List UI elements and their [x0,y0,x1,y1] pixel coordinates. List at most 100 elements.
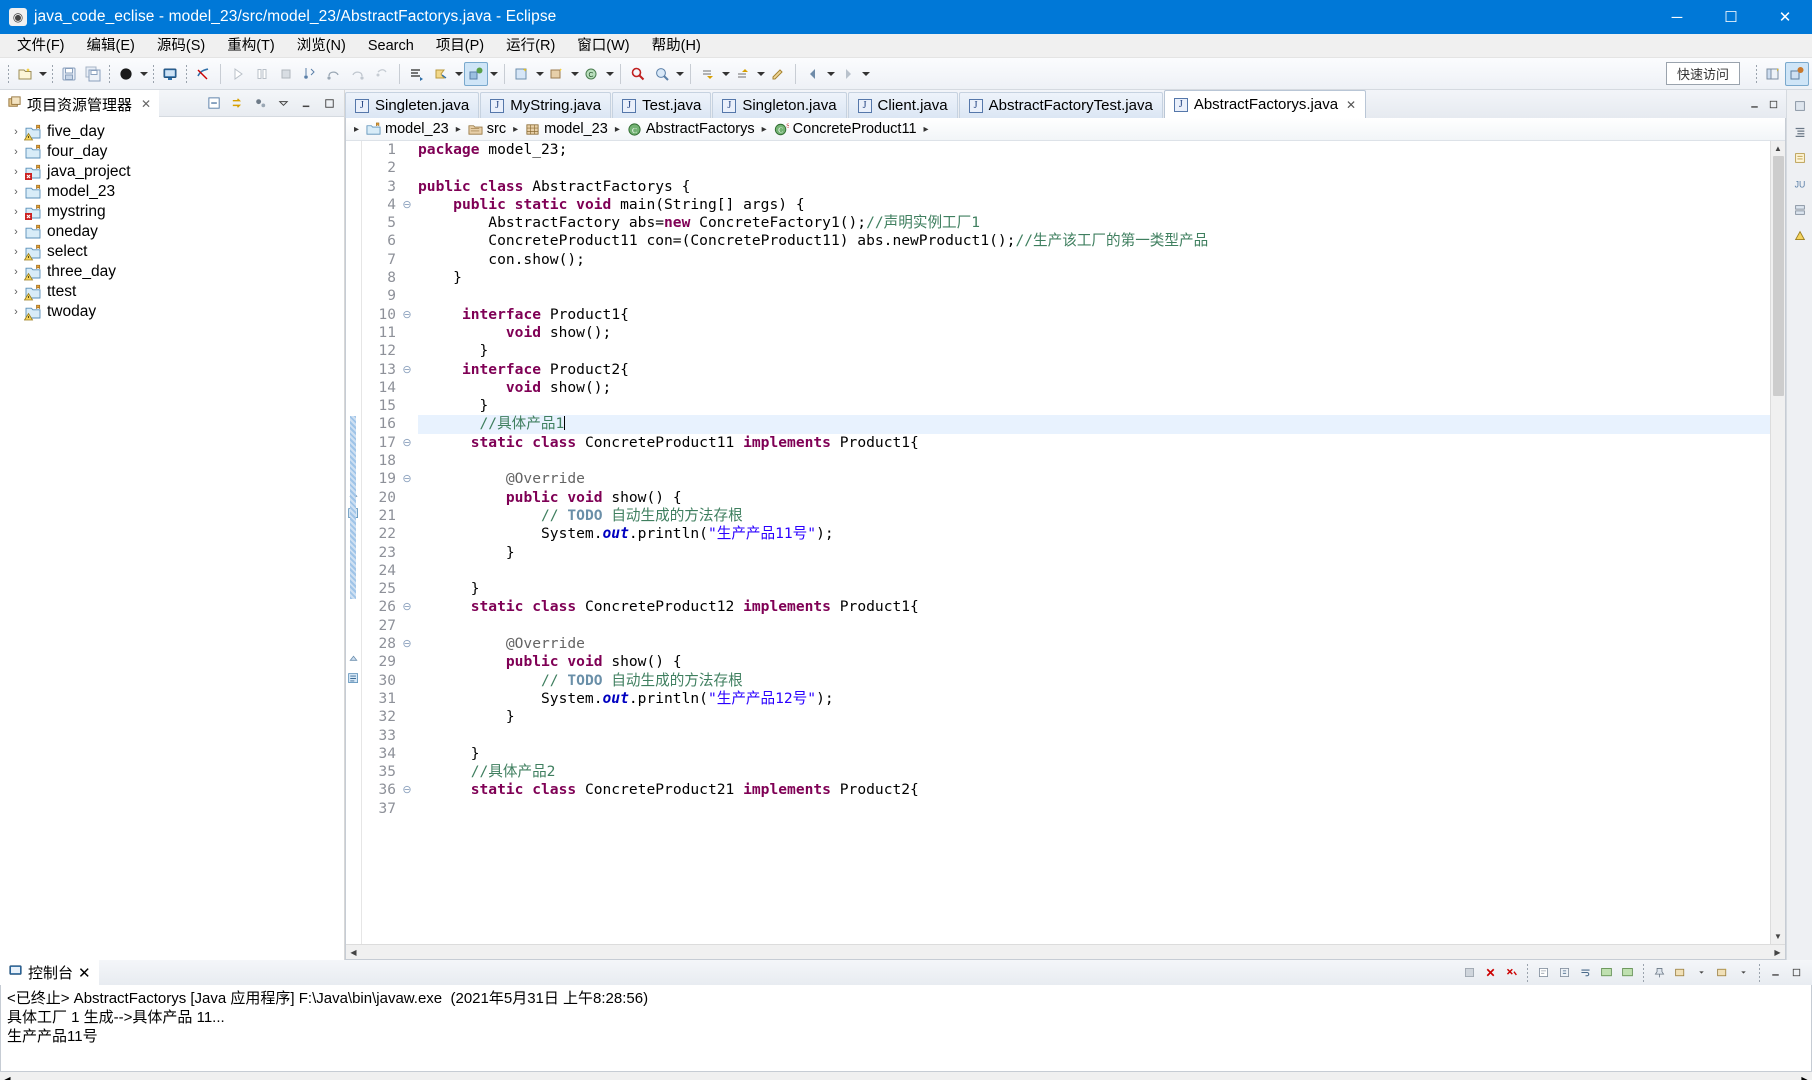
perspective-drag-handle[interactable] [1755,64,1758,84]
code-line[interactable]: //具体产品2 [418,763,1770,781]
code-line[interactable]: } [418,397,1770,415]
source-code[interactable]: package model_23; public class AbstractFa… [414,141,1770,944]
maximize-icon[interactable] [1767,98,1780,115]
new-wizard-icon[interactable] [13,62,37,86]
vscroll-track[interactable] [1771,156,1786,929]
minimize-icon[interactable] [1748,98,1761,115]
code-line[interactable]: interface Product1{ [418,306,1770,324]
new-package-icon[interactable] [545,62,569,86]
fold-collapse-icon[interactable]: ⊖ [400,361,414,379]
show-console-on-error-icon[interactable] [1618,963,1637,982]
code-line[interactable] [418,617,1770,635]
editor-tab-Singleton.java[interactable]: J Singleton.java [712,92,847,118]
code-line[interactable]: AbstractFactory abs=new ConcreteFactory1… [418,214,1770,232]
code-line[interactable]: static class ConcreteProduct12 implement… [418,598,1770,616]
servers-view-icon[interactable] [1790,200,1810,220]
code-line[interactable]: } [418,544,1770,562]
code-line[interactable]: void show(); [418,379,1770,397]
console-dropdown-2-icon[interactable] [1734,963,1753,982]
save-all-icon[interactable] [81,62,105,86]
debug-last-icon[interactable] [464,61,488,86]
forward-icon[interactable] [836,62,860,86]
tree-item-twoday[interactable]: › twoday [0,302,344,322]
menu-project[interactable]: 项目(P) [425,34,495,58]
menu-refactor[interactable]: 重构(T) [216,34,286,58]
tree-item-oneday[interactable]: › oneday [0,222,344,242]
pin-console-icon[interactable] [1650,963,1669,982]
folding-ruler[interactable]: ⊖ ⊖ ⊖ ⊖ ⊖ ⊖ ⊖ ⊖ [400,141,414,944]
search-icon[interactable] [626,62,650,86]
tab-console[interactable]: 控制台 ✕ [0,960,99,985]
new-wizard-dropdown-icon[interactable] [37,62,48,86]
debug-dropdown-icon[interactable] [138,62,149,86]
code-line[interactable]: } [418,708,1770,726]
previous-annotation-icon[interactable] [731,62,755,86]
project-tree[interactable]: › five_day › four_day › java_project › model_23… [0,117,344,960]
debug-icon[interactable] [114,62,138,86]
editor-tab-AbstractFactoryTest.java[interactable]: J AbstractFactoryTest.java [958,92,1163,118]
code-line[interactable]: void show(); [418,324,1770,342]
expand-arrow-icon[interactable]: › [8,206,24,218]
clear-console-icon[interactable] [1534,963,1553,982]
collapse-all-icon[interactable] [204,93,224,113]
new-java-project-icon[interactable] [510,62,534,86]
expand-arrow-icon[interactable]: › [8,286,24,298]
restore-icon[interactable] [1790,96,1810,116]
expand-arrow-icon[interactable]: › [8,266,24,278]
tree-item-four_day[interactable]: › four_day [0,142,344,162]
show-console-on-output-icon[interactable] [1597,963,1616,982]
back-icon[interactable] [801,62,825,86]
save-icon[interactable] [57,62,81,86]
scroll-left-icon[interactable]: ◀ [346,945,361,960]
expand-arrow-icon[interactable]: › [8,126,24,138]
close-button[interactable]: ✕ [1758,0,1812,34]
suspend-icon[interactable] [250,62,274,86]
java-perspective-icon[interactable] [1785,62,1809,86]
code-line[interactable]: static class ConcreteProduct21 implement… [418,781,1770,799]
code-line[interactable] [418,800,1770,818]
console-toggle-icon[interactable] [158,62,182,86]
scroll-right-icon[interactable]: ▶ [1770,945,1785,960]
terminate-icon[interactable] [274,62,298,86]
expand-arrow-icon[interactable]: › [8,306,24,318]
expand-arrow-icon[interactable]: › [8,146,24,158]
focus-on-task-icon[interactable] [250,93,270,113]
new-class-icon[interactable]: C [580,62,604,86]
code-line[interactable]: public void show() { [418,489,1770,507]
toolbar-drag-handle[interactable] [7,63,10,84]
code-line[interactable]: } [418,342,1770,360]
tree-item-mystring[interactable]: › mystring [0,202,344,222]
skip-breakpoints-icon[interactable] [191,62,215,86]
code-line[interactable]: } [418,269,1770,287]
menu-file[interactable]: 文件(F) [6,34,76,58]
run-icon[interactable] [226,62,250,86]
editor-tab-Singleten.java[interactable]: J Singleten.java [345,92,480,118]
step-return-icon[interactable] [346,62,370,86]
code-line[interactable]: //具体产品1 [418,415,1770,434]
display-selected-console-icon[interactable] [1671,963,1690,982]
code-line[interactable]: public static void main(String[] args) { [418,196,1770,214]
maximize-icon[interactable] [319,93,339,113]
drop-to-frame-icon[interactable] [370,62,394,86]
editor-tab-Test.java[interactable]: J Test.java [612,92,712,118]
link-with-editor-icon[interactable] [227,93,247,113]
run-last-dropdown-icon[interactable] [453,62,464,86]
code-line[interactable] [418,159,1770,177]
console-scroll-left-icon[interactable]: ◀ [0,1072,15,1080]
close-icon[interactable]: ✕ [141,97,151,111]
fold-collapse-icon[interactable]: ⊖ [400,598,414,616]
close-icon[interactable]: ✕ [1346,98,1356,112]
last-edit-location-icon[interactable] [766,62,790,86]
code-line[interactable]: @Override [418,635,1770,653]
editor-tab-MyString.java[interactable]: J MyString.java [480,92,612,118]
fold-collapse-icon[interactable]: ⊖ [400,635,414,653]
problems-view-icon[interactable] [1790,226,1810,246]
expand-arrow-icon[interactable]: › [8,246,24,258]
task-list-view-icon[interactable] [1790,148,1810,168]
step-over-icon[interactable] [322,62,346,86]
code-line[interactable]: interface Product2{ [418,361,1770,379]
expand-arrow-icon[interactable]: › [8,166,24,178]
editor-tab-AbstractFactorys.java[interactable]: J AbstractFactorys.java ✕ [1163,90,1367,118]
code-line[interactable]: public class AbstractFactorys { [418,178,1770,196]
previous-annotation-dropdown-icon[interactable] [755,62,766,86]
